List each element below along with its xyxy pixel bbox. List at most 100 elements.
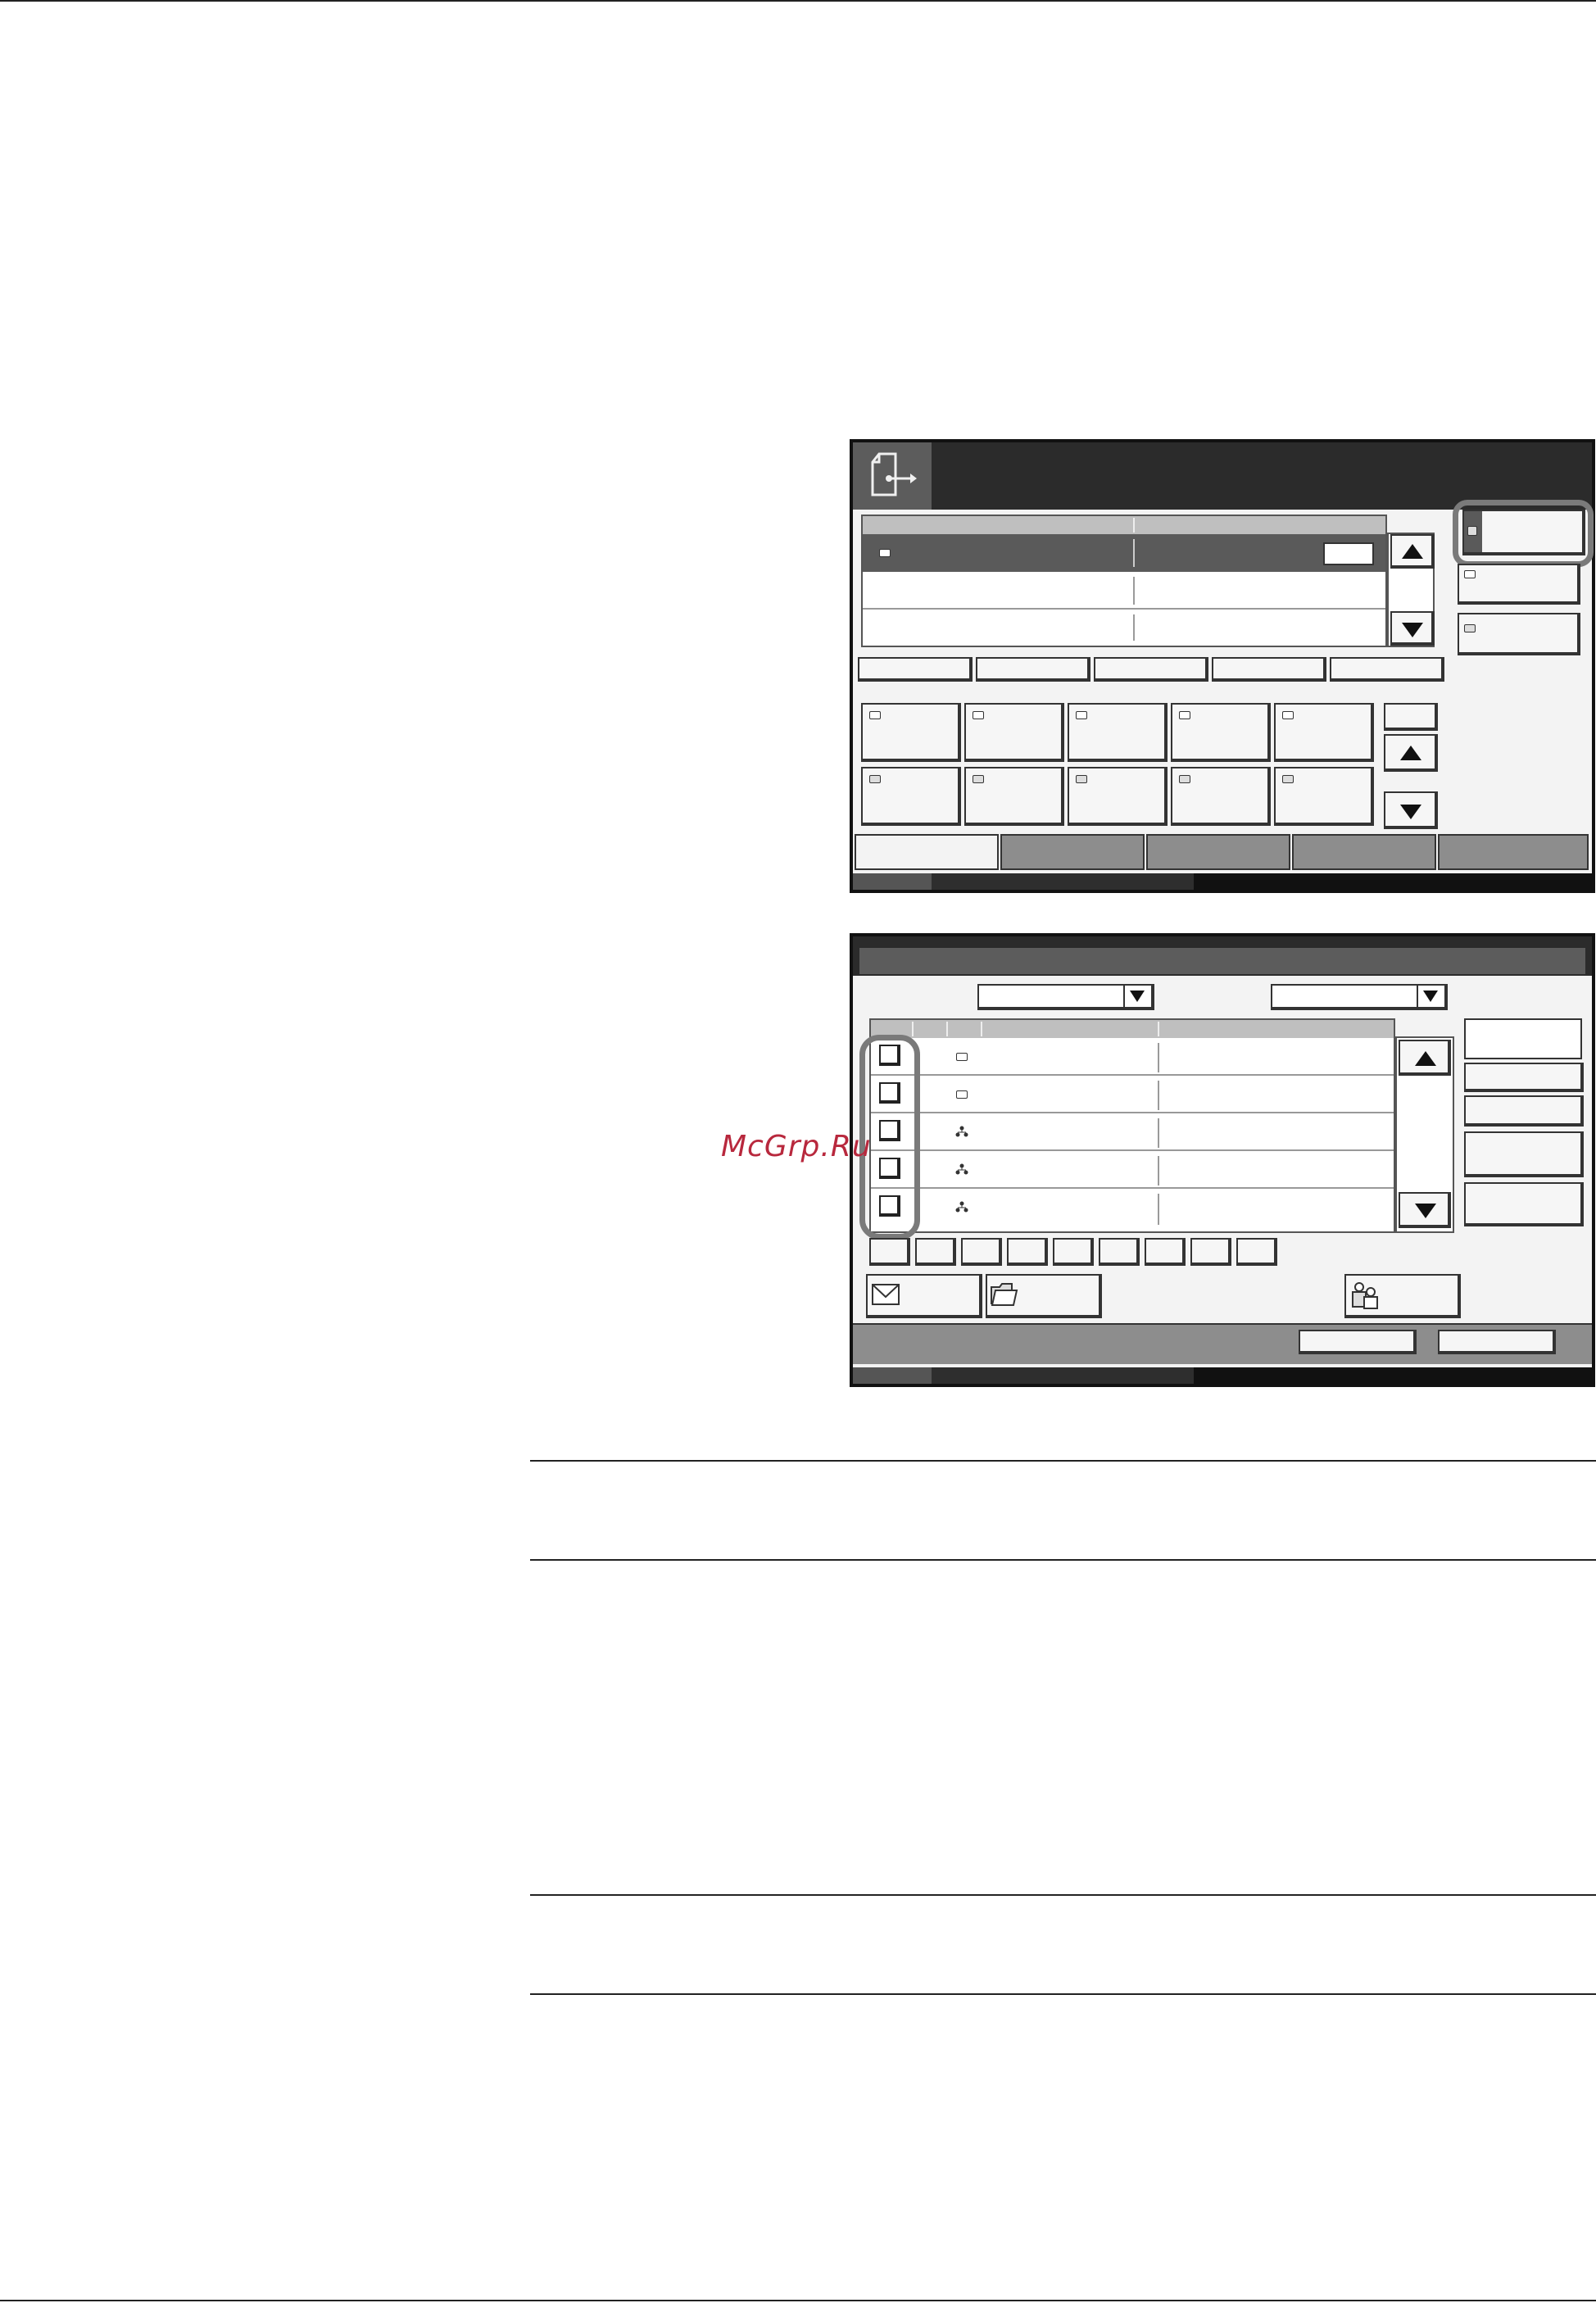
one-touch-key[interactable] xyxy=(1068,703,1168,762)
group-icon xyxy=(955,1126,968,1137)
filter-button-4[interactable] xyxy=(1212,657,1326,682)
folder-icon xyxy=(1179,775,1190,783)
one-touch-key[interactable] xyxy=(861,767,961,826)
sort-dropdown[interactable] xyxy=(1271,984,1448,1010)
list-item[interactable] xyxy=(871,1113,1394,1151)
index-key[interactable] xyxy=(869,1238,910,1266)
list-scroll-up-button[interactable] xyxy=(1390,534,1435,569)
email-icon xyxy=(973,711,984,719)
list-scroll-down-button[interactable] xyxy=(1390,611,1435,646)
ok-button[interactable] xyxy=(1438,1330,1556,1354)
index-key[interactable] xyxy=(915,1238,956,1266)
arrow-up-icon xyxy=(1415,1051,1436,1066)
email-filter-button[interactable] xyxy=(866,1274,982,1318)
grid-scroll-down-button[interactable] xyxy=(1384,791,1438,829)
email-icon xyxy=(956,1053,968,1061)
index-key[interactable] xyxy=(1053,1238,1094,1266)
tab-4[interactable] xyxy=(1292,834,1436,870)
list-row-selected[interactable] xyxy=(863,534,1385,572)
list-item[interactable] xyxy=(871,1189,1394,1230)
one-touch-key[interactable] xyxy=(1171,703,1271,762)
email-icon xyxy=(1179,711,1190,719)
index-key[interactable] xyxy=(1190,1238,1231,1266)
row-counter-box xyxy=(1323,542,1374,565)
folder-filter-button[interactable] xyxy=(986,1274,1102,1318)
address-book-button[interactable] xyxy=(1462,510,1585,555)
one-touch-key[interactable] xyxy=(964,767,1064,826)
section-rule xyxy=(530,1559,1596,1561)
address-scroll-up-button[interactable] xyxy=(1399,1040,1451,1076)
destination-list xyxy=(861,515,1387,647)
arrow-up-icon xyxy=(1402,544,1423,559)
email-icon xyxy=(1464,570,1476,578)
filter-button-2[interactable] xyxy=(976,657,1090,682)
tab-2[interactable] xyxy=(1000,834,1145,870)
list-item[interactable] xyxy=(871,1076,1394,1113)
tab-destination[interactable] xyxy=(855,834,999,870)
one-touch-key[interactable] xyxy=(964,703,1064,762)
status-bar-segment xyxy=(932,873,1194,890)
header-inner-strip xyxy=(859,948,1585,974)
arrow-down-icon xyxy=(1400,805,1421,819)
email-icon xyxy=(1076,711,1087,719)
one-touch-key[interactable] xyxy=(861,703,961,762)
address-type-dropdown[interactable] xyxy=(977,984,1154,1010)
one-touch-key[interactable] xyxy=(1171,767,1271,826)
status-bar-segment xyxy=(932,1367,1194,1384)
index-key[interactable] xyxy=(1099,1238,1140,1266)
grid-scroll-up-button[interactable] xyxy=(1384,734,1438,772)
index-key[interactable] xyxy=(1236,1238,1277,1266)
filter-button-3[interactable] xyxy=(1094,657,1208,682)
arrow-down-icon xyxy=(1415,1204,1436,1218)
section-rule xyxy=(530,1993,1596,1995)
group-icon xyxy=(955,1163,968,1175)
list-item[interactable] xyxy=(871,1038,1394,1076)
address-list xyxy=(869,1018,1395,1233)
tab-5[interactable] xyxy=(1438,834,1589,870)
side-button-4[interactable] xyxy=(1464,1182,1584,1226)
address-list-header xyxy=(871,1020,1394,1038)
email-entry-button[interactable] xyxy=(1458,564,1580,605)
side-button-2[interactable] xyxy=(1464,1095,1584,1127)
top-rule xyxy=(0,0,1596,2)
tab-3[interactable] xyxy=(1146,834,1290,870)
arrow-down-icon xyxy=(1402,623,1423,637)
group-filter-button[interactable] xyxy=(1344,1274,1461,1318)
filter-button-1[interactable] xyxy=(858,657,973,682)
email-icon xyxy=(1282,711,1294,719)
one-touch-key[interactable] xyxy=(1068,767,1168,826)
folder-icon xyxy=(1464,624,1476,632)
folder-icon xyxy=(869,775,881,783)
folder-icon xyxy=(1282,775,1294,783)
section-rule xyxy=(530,1894,1596,1896)
address-book-icon xyxy=(1464,511,1482,552)
folder-icon xyxy=(973,775,984,783)
address-scroll-down-button[interactable] xyxy=(1399,1192,1451,1228)
index-key[interactable] xyxy=(1007,1238,1048,1266)
chevron-down-icon xyxy=(1423,991,1438,1002)
filter-button-5[interactable] xyxy=(1330,657,1444,682)
email-icon xyxy=(956,1090,968,1099)
watermark-text: McGrp.Ru xyxy=(721,1130,872,1163)
status-bar-segment xyxy=(853,1367,932,1384)
side-button-3[interactable] xyxy=(1464,1131,1584,1177)
search-name-field[interactable] xyxy=(1464,1018,1582,1059)
cancel-button[interactable] xyxy=(1299,1330,1417,1354)
index-key[interactable] xyxy=(1145,1238,1186,1266)
grid-page-button[interactable] xyxy=(1384,703,1438,731)
side-button-1[interactable] xyxy=(1464,1063,1584,1092)
section-rule xyxy=(530,1460,1596,1462)
list-row[interactable] xyxy=(863,610,1385,646)
list-item[interactable] xyxy=(871,1151,1394,1189)
folder-icon xyxy=(1076,775,1087,783)
email-icon xyxy=(869,711,881,719)
one-touch-key[interactable] xyxy=(1274,703,1374,762)
one-touch-key[interactable] xyxy=(1274,767,1374,826)
list-row[interactable] xyxy=(863,572,1385,610)
envelope-icon xyxy=(872,1284,900,1305)
bottom-rule xyxy=(0,2300,1596,2301)
index-key[interactable] xyxy=(961,1238,1002,1266)
folder-entry-button[interactable] xyxy=(1458,613,1580,655)
folder-icon xyxy=(991,1283,1018,1306)
status-bar-segment xyxy=(853,873,932,890)
